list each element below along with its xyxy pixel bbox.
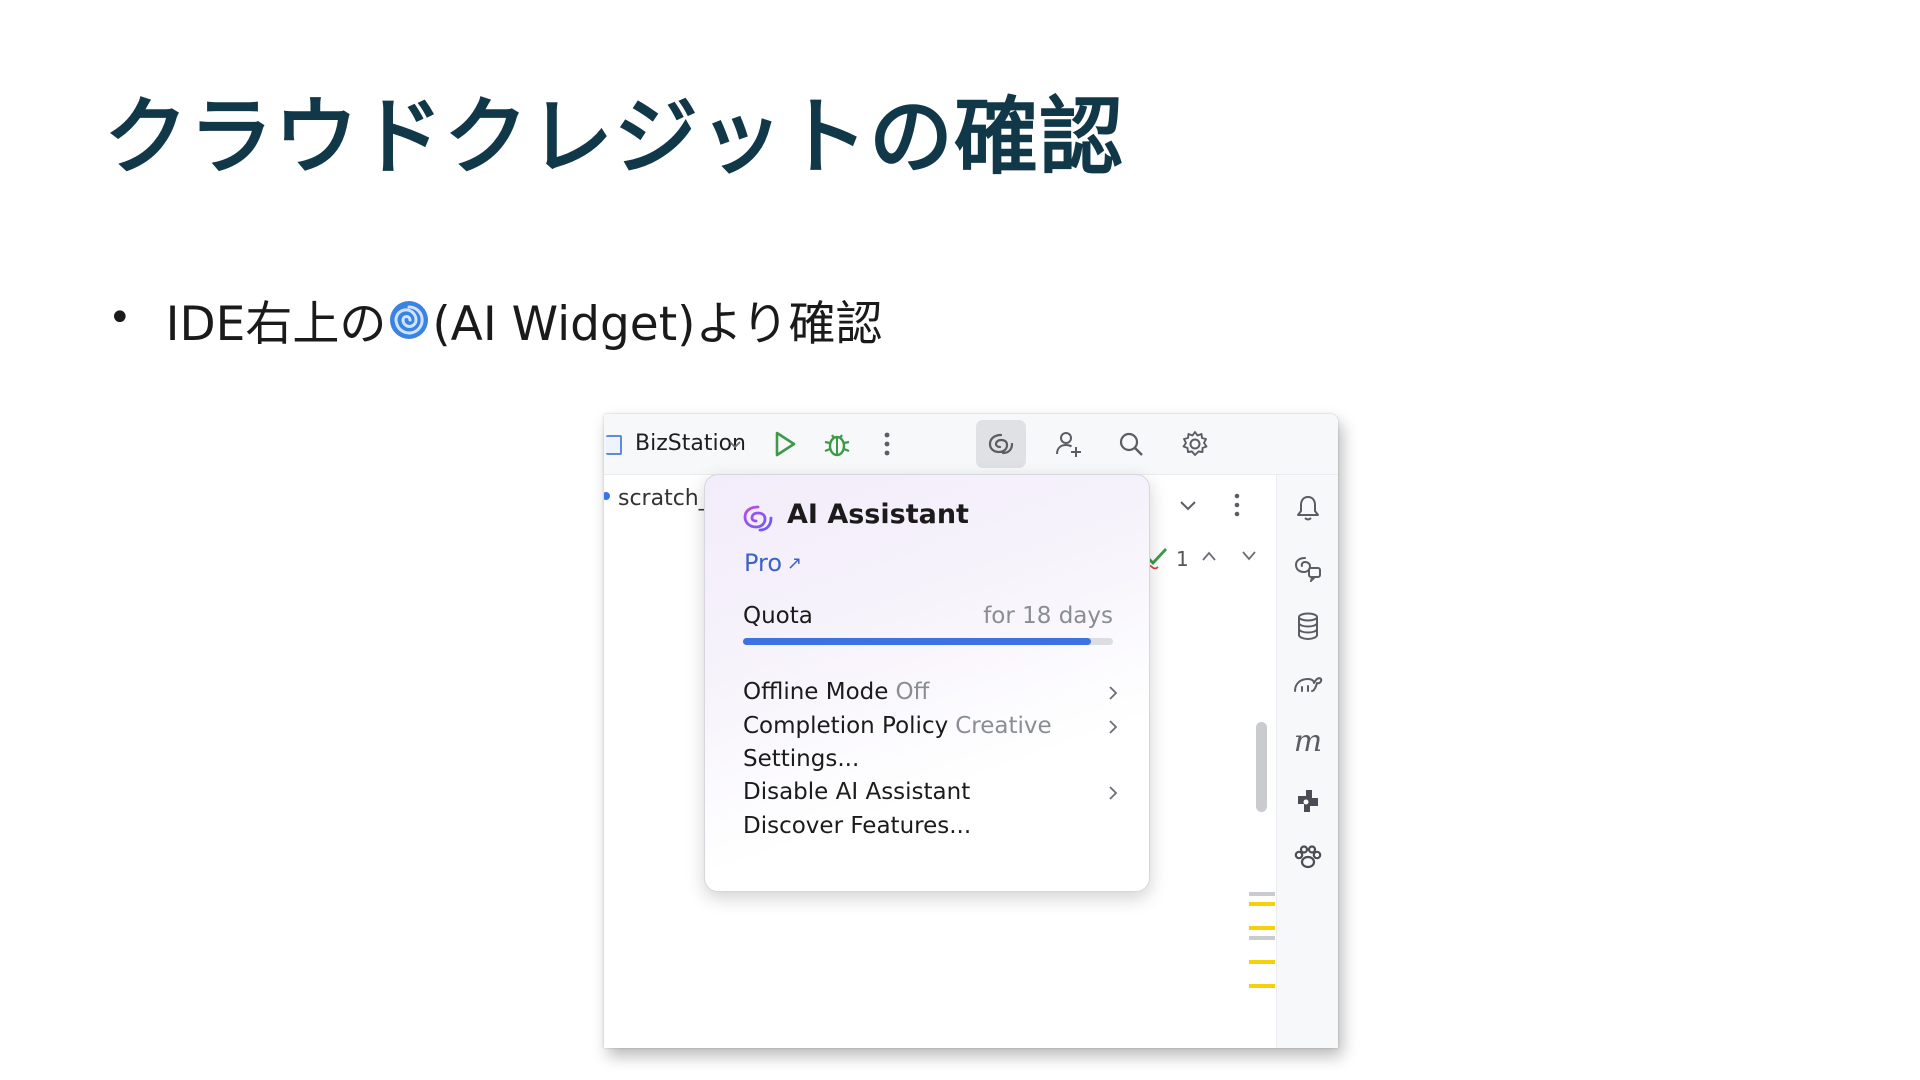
run-icon[interactable] — [768, 427, 802, 461]
quota-label: Quota — [743, 603, 813, 629]
scroll-marker[interactable] — [1249, 960, 1275, 964]
search-icon[interactable] — [1114, 427, 1148, 461]
ai-assistant-icon[interactable] — [976, 420, 1026, 468]
ai-chat-icon[interactable] — [1291, 551, 1325, 585]
chevron-down-icon[interactable] — [728, 440, 742, 450]
inspection-count: 1 — [1176, 547, 1189, 571]
quota-progress-bar — [743, 638, 1113, 645]
menu-item-offline-mode[interactable]: Offline Mode Off — [743, 679, 1113, 705]
plugin-icon[interactable] — [1291, 783, 1325, 817]
external-link-arrow-icon[interactable]: ↗ — [787, 553, 802, 574]
ide-screenshot: BizStation scratch_ 1 m AI Assistant Pro… — [604, 414, 1338, 1048]
cyclone-emoji-icon — [390, 300, 429, 339]
menu-item-completion-policy[interactable]: Completion Policy Creative — [743, 713, 1113, 739]
chevron-right-icon[interactable] — [1107, 785, 1119, 801]
right-tool-strip: m — [1276, 475, 1338, 1048]
scroll-marker[interactable] — [1249, 926, 1275, 930]
menu-item-label: Disable AI Assistant — [743, 779, 971, 805]
ide-toolbar: BizStation — [604, 414, 1338, 475]
tabs-more-icon[interactable] — [1233, 492, 1241, 518]
bullet-dot: • — [108, 294, 132, 341]
ai-assistant-popup: AI Assistant Pro ↗ Quota for 18 days Off… — [704, 474, 1150, 892]
menu-item-discover-features[interactable]: Discover Features... — [743, 813, 971, 839]
previous-highlight-icon[interactable] — [1200, 550, 1218, 562]
scroll-marker[interactable] — [1249, 902, 1275, 906]
menu-item-disable-ai-assistant[interactable]: Disable AI Assistant — [743, 779, 1113, 805]
scrollbar-thumb[interactable] — [1256, 722, 1267, 812]
scroll-marker[interactable] — [1249, 984, 1275, 988]
chevron-right-icon[interactable] — [1107, 685, 1119, 701]
menu-item-value: Creative — [955, 713, 1052, 739]
tab-scratch[interactable]: scratch_ — [618, 486, 710, 511]
quota-value: for 18 days — [983, 603, 1113, 629]
settings-icon[interactable] — [1178, 427, 1212, 461]
bullet-item: • IDE右上の (AI Widget)より確認 — [108, 285, 883, 354]
maven-icon[interactable]: m — [1291, 725, 1325, 759]
more-icon[interactable] — [870, 427, 904, 461]
menu-item-label: Completion Policy — [743, 713, 949, 739]
slide-title: クラウドクレジットの確認 — [104, 88, 1125, 186]
gradle-icon[interactable] — [1291, 667, 1325, 701]
notifications-icon[interactable] — [1291, 491, 1325, 525]
menu-item-settings[interactable]: Settings... — [743, 746, 859, 772]
menu-item-label: Settings... — [743, 746, 860, 772]
ai-assistant-logo-icon — [743, 505, 773, 532]
tabs-chevron-down-icon[interactable] — [1178, 500, 1198, 512]
scroll-marker[interactable] — [1249, 892, 1275, 896]
menu-item-label: Discover Features... — [743, 813, 972, 839]
popup-title: AI Assistant — [787, 499, 969, 530]
menu-item-label: Offline Mode — [743, 679, 889, 705]
plan-link[interactable]: Pro — [744, 549, 782, 577]
add-user-icon[interactable] — [1052, 427, 1086, 461]
project-icon — [606, 435, 622, 455]
bullet-text-suffix: (AI Widget)より確認 — [432, 297, 883, 352]
next-highlight-icon[interactable] — [1240, 550, 1258, 562]
bullet-text-prefix: IDE右上の — [165, 297, 387, 352]
quota-progress-fill — [743, 638, 1091, 645]
debug-icon[interactable] — [820, 427, 854, 461]
paw-icon[interactable] — [1291, 841, 1325, 875]
menu-item-value: Off — [895, 679, 930, 705]
scroll-marker[interactable] — [1249, 936, 1275, 940]
database-icon[interactable] — [1291, 609, 1325, 643]
chevron-right-icon[interactable] — [1107, 719, 1119, 735]
